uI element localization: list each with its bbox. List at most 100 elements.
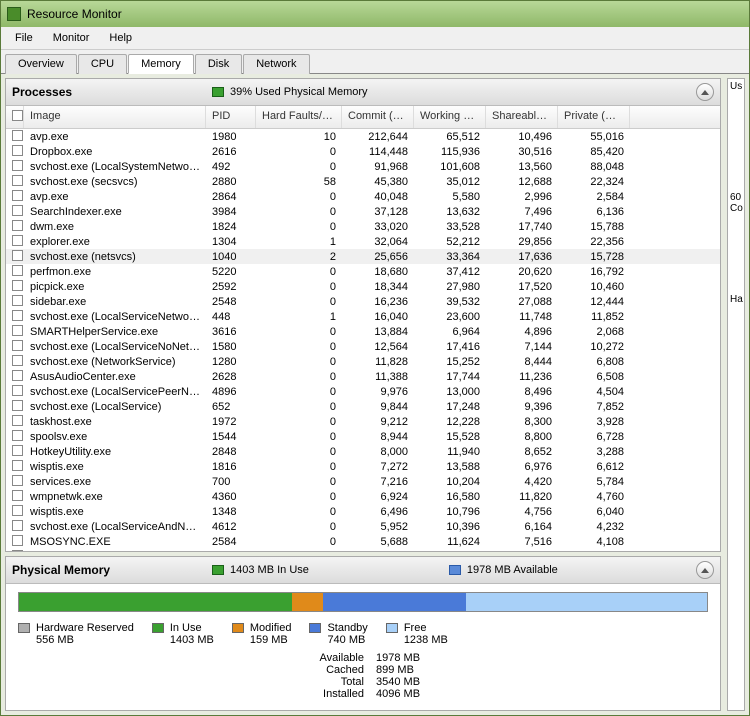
col-working-set[interactable]: Working S... bbox=[414, 106, 486, 128]
cell-pid: 2864 bbox=[206, 191, 256, 203]
table-row[interactable]: explorer.exe1304132,06452,21229,85622,35… bbox=[6, 234, 720, 249]
tab-network[interactable]: Network bbox=[243, 54, 309, 74]
cell-hard-faults: 0 bbox=[256, 356, 342, 368]
col-hard-faults[interactable]: Hard Faults/sec bbox=[256, 106, 342, 128]
row-checkbox[interactable] bbox=[6, 325, 24, 339]
processes-header[interactable]: Processes 39% Used Physical Memory bbox=[6, 79, 720, 106]
cell-private: 6,040 bbox=[558, 506, 630, 518]
tab-disk[interactable]: Disk bbox=[195, 54, 242, 74]
cell-private: 15,788 bbox=[558, 221, 630, 233]
col-image[interactable]: Image bbox=[24, 106, 206, 128]
table-row[interactable]: sidebar.exe2548016,23639,53227,08812,444 bbox=[6, 294, 720, 309]
row-checkbox[interactable] bbox=[6, 370, 24, 384]
cell-image: svchost.exe (NetworkService) bbox=[24, 356, 206, 368]
row-checkbox[interactable] bbox=[6, 190, 24, 204]
physmem-header[interactable]: Physical Memory 1403 MB In Use 1978 MB A… bbox=[6, 557, 720, 584]
tab-cpu[interactable]: CPU bbox=[78, 54, 127, 74]
table-row[interactable]: taskhost.exe197209,21212,2288,3003,928 bbox=[6, 414, 720, 429]
row-checkbox[interactable] bbox=[6, 220, 24, 234]
table-row[interactable]: svchost.exe (netsvcs)1040225,65633,36417… bbox=[6, 249, 720, 264]
table-row[interactable]: HotkeyUtility.exe284808,00011,9408,6523,… bbox=[6, 444, 720, 459]
row-checkbox[interactable] bbox=[6, 400, 24, 414]
table-row[interactable]: svchost.exe (LocalServiceAndNoImperson..… bbox=[6, 519, 720, 534]
table-row[interactable]: spoolsv.exe154408,94415,5288,8006,728 bbox=[6, 429, 720, 444]
col-pid[interactable]: PID bbox=[206, 106, 256, 128]
table-row[interactable]: svchost.exe (LocalService)65209,84417,24… bbox=[6, 399, 720, 414]
legend-free: Free 1238 MB bbox=[386, 622, 448, 646]
cell-working-set: 65,512 bbox=[414, 131, 486, 143]
row-checkbox[interactable] bbox=[6, 415, 24, 429]
row-checkbox[interactable] bbox=[6, 505, 24, 519]
collapse-icon[interactable] bbox=[696, 561, 714, 579]
row-checkbox[interactable] bbox=[6, 265, 24, 279]
table-row[interactable]: svchost.exe (LocalServicePeerNet)489609,… bbox=[6, 384, 720, 399]
table-row[interactable]: dwm.exe1824033,02033,52817,74015,788 bbox=[6, 219, 720, 234]
row-checkbox[interactable] bbox=[6, 550, 24, 552]
process-table[interactable]: Image PID Hard Faults/sec Commit (KB) Wo… bbox=[6, 106, 720, 551]
table-row[interactable]: avp.exe2864040,0485,5802,9962,584 bbox=[6, 189, 720, 204]
table-row[interactable]: services.exe70007,21610,2044,4205,784 bbox=[6, 474, 720, 489]
content-area: Processes 39% Used Physical Memory Image… bbox=[1, 74, 749, 715]
menu-file[interactable]: File bbox=[5, 29, 43, 47]
row-checkbox[interactable] bbox=[6, 355, 24, 369]
table-row[interactable]: Dropbox.exe26160114,448115,93630,51685,4… bbox=[6, 144, 720, 159]
row-checkbox[interactable] bbox=[6, 160, 24, 174]
row-checkbox[interactable] bbox=[6, 430, 24, 444]
checkbox-all[interactable] bbox=[12, 110, 23, 121]
cell-commit: 9,844 bbox=[342, 401, 414, 413]
table-row[interactable]: wisptis.exe134806,49610,7964,7566,040 bbox=[6, 504, 720, 519]
col-checkbox[interactable] bbox=[6, 106, 24, 128]
row-checkbox[interactable] bbox=[6, 310, 24, 324]
cell-private: 4,760 bbox=[558, 491, 630, 503]
row-checkbox[interactable] bbox=[6, 520, 24, 534]
table-row[interactable]: picpick.exe2592018,34427,98017,52010,460 bbox=[6, 279, 720, 294]
tab-memory[interactable]: Memory bbox=[128, 54, 194, 74]
legend-free-val: 1238 MB bbox=[404, 634, 448, 646]
cell-shareable: 11,820 bbox=[486, 491, 558, 503]
table-row[interactable]: svchost.exe (LocalSystemNetworkRestrict.… bbox=[6, 159, 720, 174]
row-checkbox[interactable] bbox=[6, 295, 24, 309]
table-row[interactable]: SearchIndexer.exe3984037,12813,6327,4966… bbox=[6, 204, 720, 219]
row-checkbox[interactable] bbox=[6, 340, 24, 354]
row-checkbox[interactable] bbox=[6, 490, 24, 504]
row-checkbox[interactable] bbox=[6, 235, 24, 249]
tab-overview[interactable]: Overview bbox=[5, 54, 77, 74]
table-row[interactable]: svchost.exe (NetworkService)1280011,8281… bbox=[6, 354, 720, 369]
col-private[interactable]: Private (KB) bbox=[558, 106, 630, 128]
cell-commit: 7,272 bbox=[342, 461, 414, 473]
row-checkbox[interactable] bbox=[6, 205, 24, 219]
cell-working-set: 52,212 bbox=[414, 236, 486, 248]
row-checkbox[interactable] bbox=[6, 385, 24, 399]
menu-help[interactable]: Help bbox=[99, 29, 142, 47]
col-commit[interactable]: Commit (KB) bbox=[342, 106, 414, 128]
cell-pid: 492 bbox=[206, 161, 256, 173]
cell-image: avp.exe bbox=[24, 131, 206, 143]
row-checkbox[interactable] bbox=[6, 145, 24, 159]
table-row[interactable]: AsusAudioCenter.exe2628011,38817,74411,2… bbox=[6, 369, 720, 384]
collapse-icon[interactable] bbox=[696, 83, 714, 101]
row-checkbox[interactable] bbox=[6, 535, 24, 549]
row-checkbox[interactable] bbox=[6, 460, 24, 474]
table-row[interactable]: perfmon.exe5220018,68037,41220,62016,792 bbox=[6, 264, 720, 279]
cell-pid: 4896 bbox=[206, 386, 256, 398]
row-checkbox[interactable] bbox=[6, 130, 24, 144]
menu-monitor[interactable]: Monitor bbox=[43, 29, 100, 47]
table-row[interactable]: wisptis.exe181607,27213,5886,9766,612 bbox=[6, 459, 720, 474]
col-shareable[interactable]: Shareable (... bbox=[486, 106, 558, 128]
titlebar[interactable]: Resource Monitor bbox=[1, 1, 749, 27]
table-row[interactable]: SMARTHelperService.exe3616013,8846,9644,… bbox=[6, 324, 720, 339]
row-checkbox[interactable] bbox=[6, 280, 24, 294]
table-row[interactable]: svchost.exe (secsvcs)28805845,38035,0121… bbox=[6, 174, 720, 189]
seg-free bbox=[466, 593, 707, 611]
table-row[interactable]: MSOSYNC.EXE258405,68811,6247,5164,108 bbox=[6, 534, 720, 549]
row-checkbox[interactable] bbox=[6, 445, 24, 459]
table-row[interactable]: svchost.exe (LocalServiceNoNetwork)15800… bbox=[6, 339, 720, 354]
table-row[interactable]: avp.exe198010212,64465,51210,49655,016 bbox=[6, 129, 720, 144]
row-checkbox[interactable] bbox=[6, 175, 24, 189]
processes-status-text: 39% Used Physical Memory bbox=[230, 86, 368, 98]
row-checkbox[interactable] bbox=[6, 250, 24, 264]
table-row[interactable]: svchost.exe (LocalServiceNetworkRestrict… bbox=[6, 309, 720, 324]
row-checkbox[interactable] bbox=[6, 475, 24, 489]
table-row[interactable]: TabTip.exe183205,51613,4049,3324,072 bbox=[6, 549, 720, 551]
table-row[interactable]: wmpnetwk.exe436006,92416,58011,8204,760 bbox=[6, 489, 720, 504]
